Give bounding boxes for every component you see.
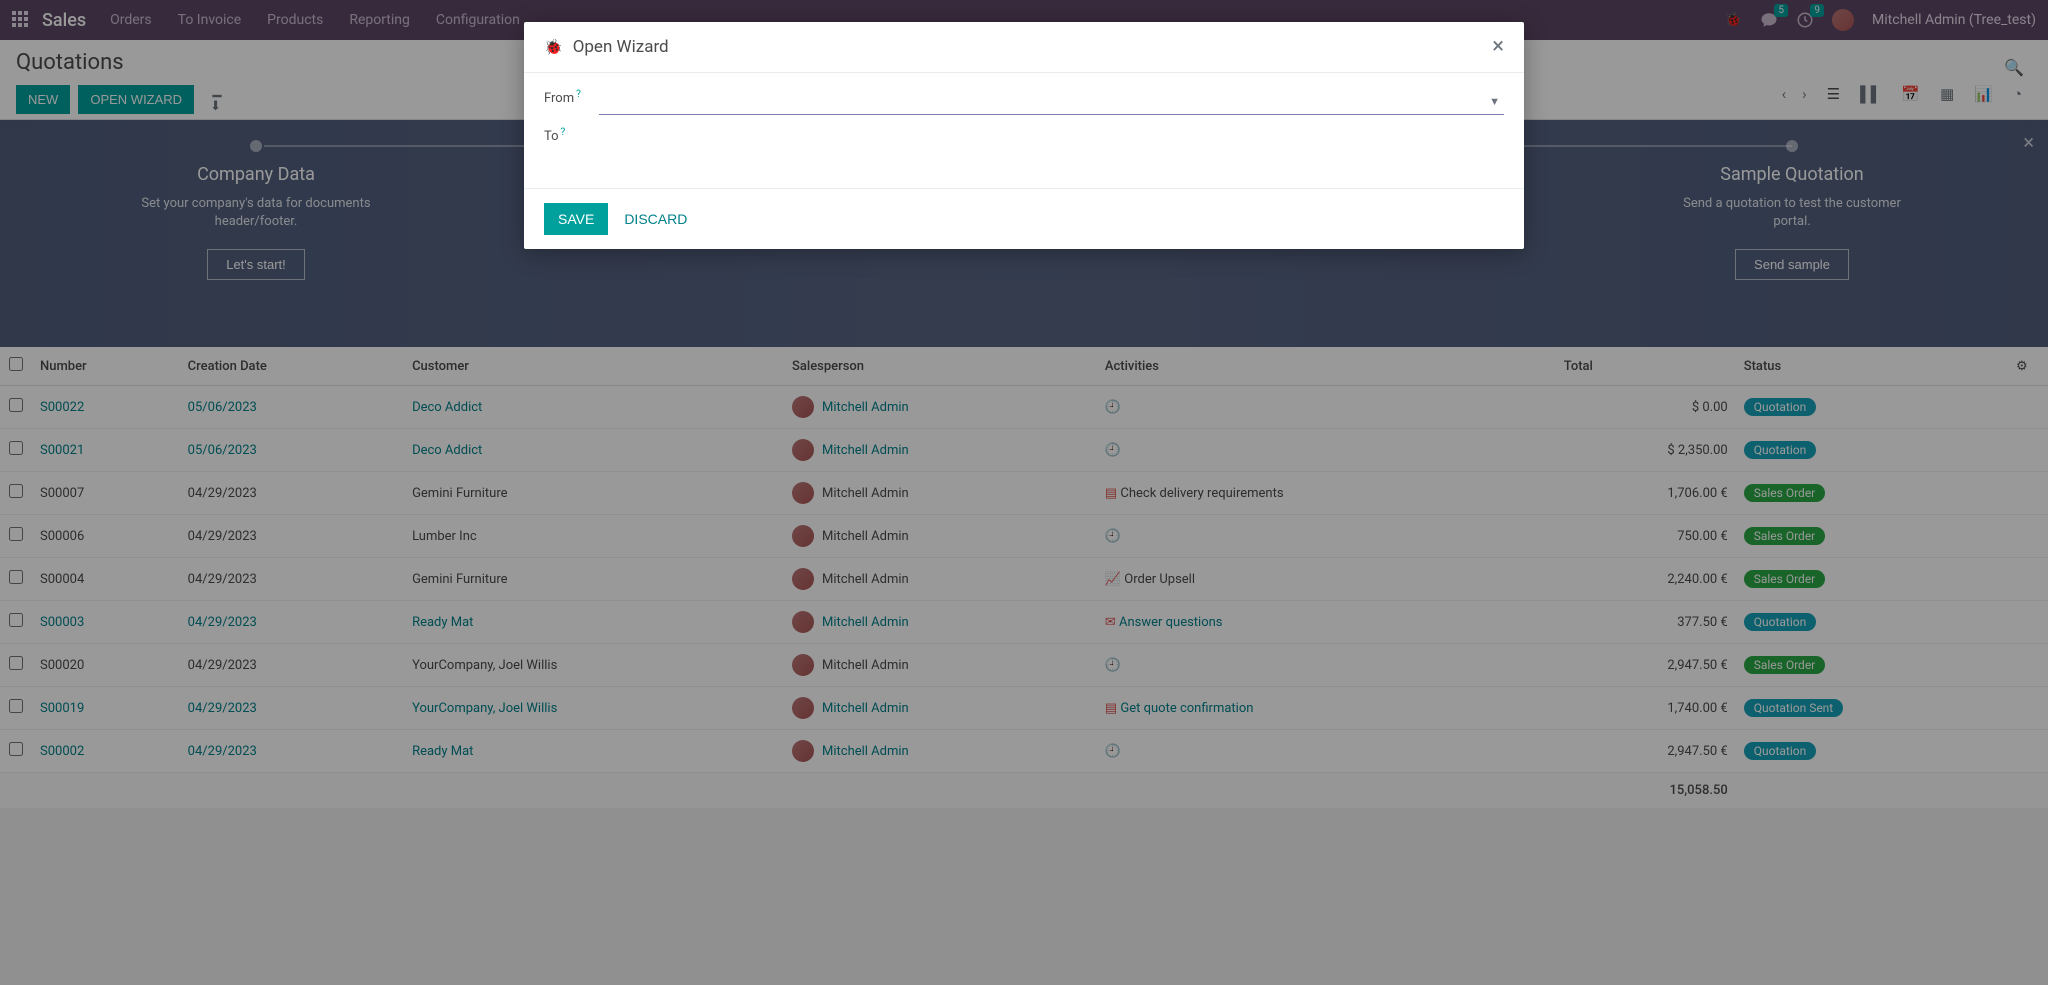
from-label: From? [544,91,599,106]
from-help-icon[interactable]: ? [576,89,581,100]
discard-button[interactable]: DISCARD [624,211,687,227]
save-button[interactable]: SAVE [544,203,608,235]
to-label: To? [544,129,599,144]
wizard-modal: 🐞 Open Wizard × From? ▼ To? SAVE DISCARD [524,22,1524,249]
to-help-icon[interactable]: ? [561,127,566,138]
modal-title: Open Wizard [573,37,669,57]
modal-close-icon[interactable]: × [1492,36,1504,58]
debug-icon[interactable]: 🐞 [544,38,563,56]
from-input[interactable] [599,91,1504,115]
